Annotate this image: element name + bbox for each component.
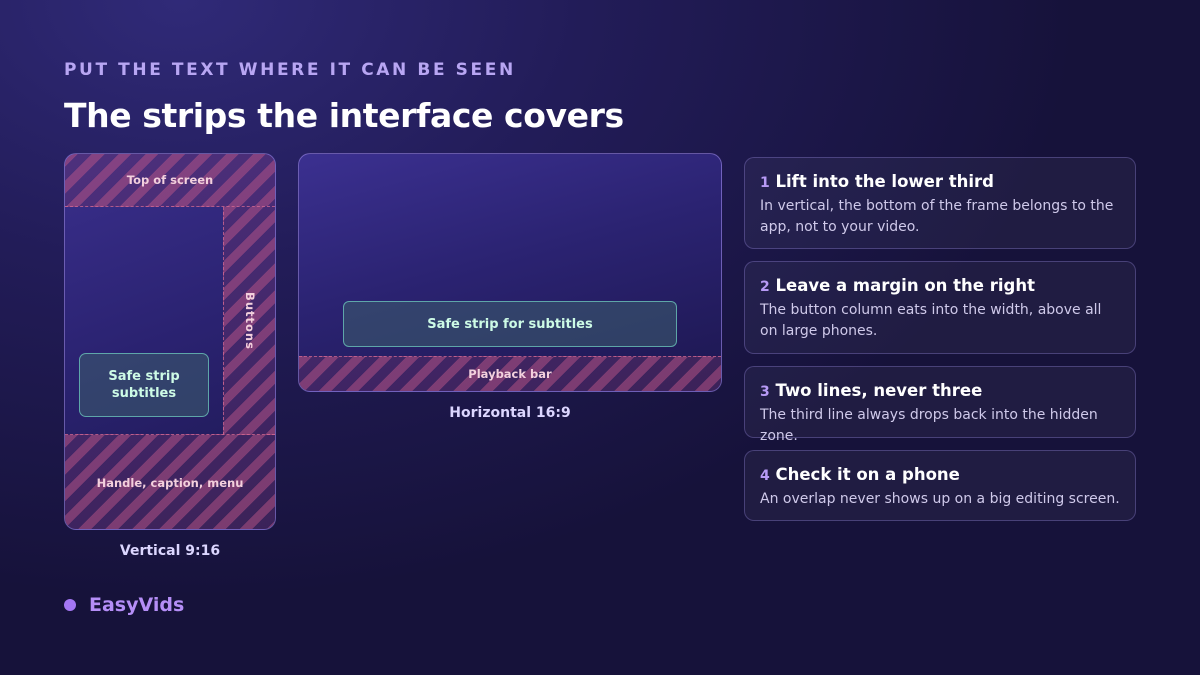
tip-body: An overlap never shows up on a big editi… [760,491,1120,507]
tip-card: 1 Lift into the lower third In vertical,… [744,157,1136,249]
tip-heading: 1 Lift into the lower third [760,171,1120,194]
brand-name: EasyVids [89,594,185,616]
tip-title: Two lines, never three [775,381,983,400]
top-unsafe-strip: Top of screen [65,154,275,207]
tip-card: 3 Two lines, never three The third line … [744,366,1136,444]
brand-dot-icon [64,599,76,611]
page-title: The strips the interface covers [64,96,624,135]
tip-card: 4 Check it on a phone An overlap never s… [744,450,1136,521]
brand: EasyVids [64,594,184,616]
playback-bar-label: Playback bar [468,367,552,381]
tip-title: Lift into the lower third [775,172,994,191]
top-strip-label: Top of screen [126,173,214,187]
playback-bar-strip: Playback bar [299,356,721,391]
horizontal-safe-strip: Safe strip for subtitles [343,301,677,347]
tip-heading: 2 Leave a margin on the right [760,275,1120,298]
tip-number: 2 [760,279,770,295]
tip-heading: 3 Two lines, never three [760,380,1120,403]
horizontal-frame: Safe strip for subtitles Playback bar [298,153,722,392]
tip-title: Leave a margin on the right [775,276,1035,295]
tip-number: 4 [760,468,770,484]
tip-title: Check it on a phone [775,465,960,484]
tip-card: 2 Leave a margin on the right The button… [744,261,1136,354]
vertical-safe-strip: Safe strip subtitles [79,353,209,417]
tip-body: In vertical, the bottom of the frame bel… [760,198,1114,235]
vertical-frame: Top of screen Buttons Safe strip subtitl… [64,153,276,530]
buttons-strip-label: Buttons [242,292,257,350]
buttons-unsafe-strip: Buttons [223,207,275,435]
bottom-unsafe-strip: Handle, caption, menu [65,434,275,529]
vertical-caption: Vertical 9:16 [119,543,221,559]
tip-body: The button column eats into the width, a… [760,302,1102,339]
tip-heading: 4 Check it on a phone [760,464,1120,487]
horizontal-caption: Horizontal 16:9 [449,405,571,421]
eyebrow: PUT THE TEXT WHERE IT CAN BE SEEN [64,60,516,80]
tip-body: The third line always drops back into th… [760,407,1098,444]
bottom-strip-label: Handle, caption, menu [96,476,244,490]
tip-number: 3 [760,384,770,400]
tip-number: 1 [760,175,770,191]
